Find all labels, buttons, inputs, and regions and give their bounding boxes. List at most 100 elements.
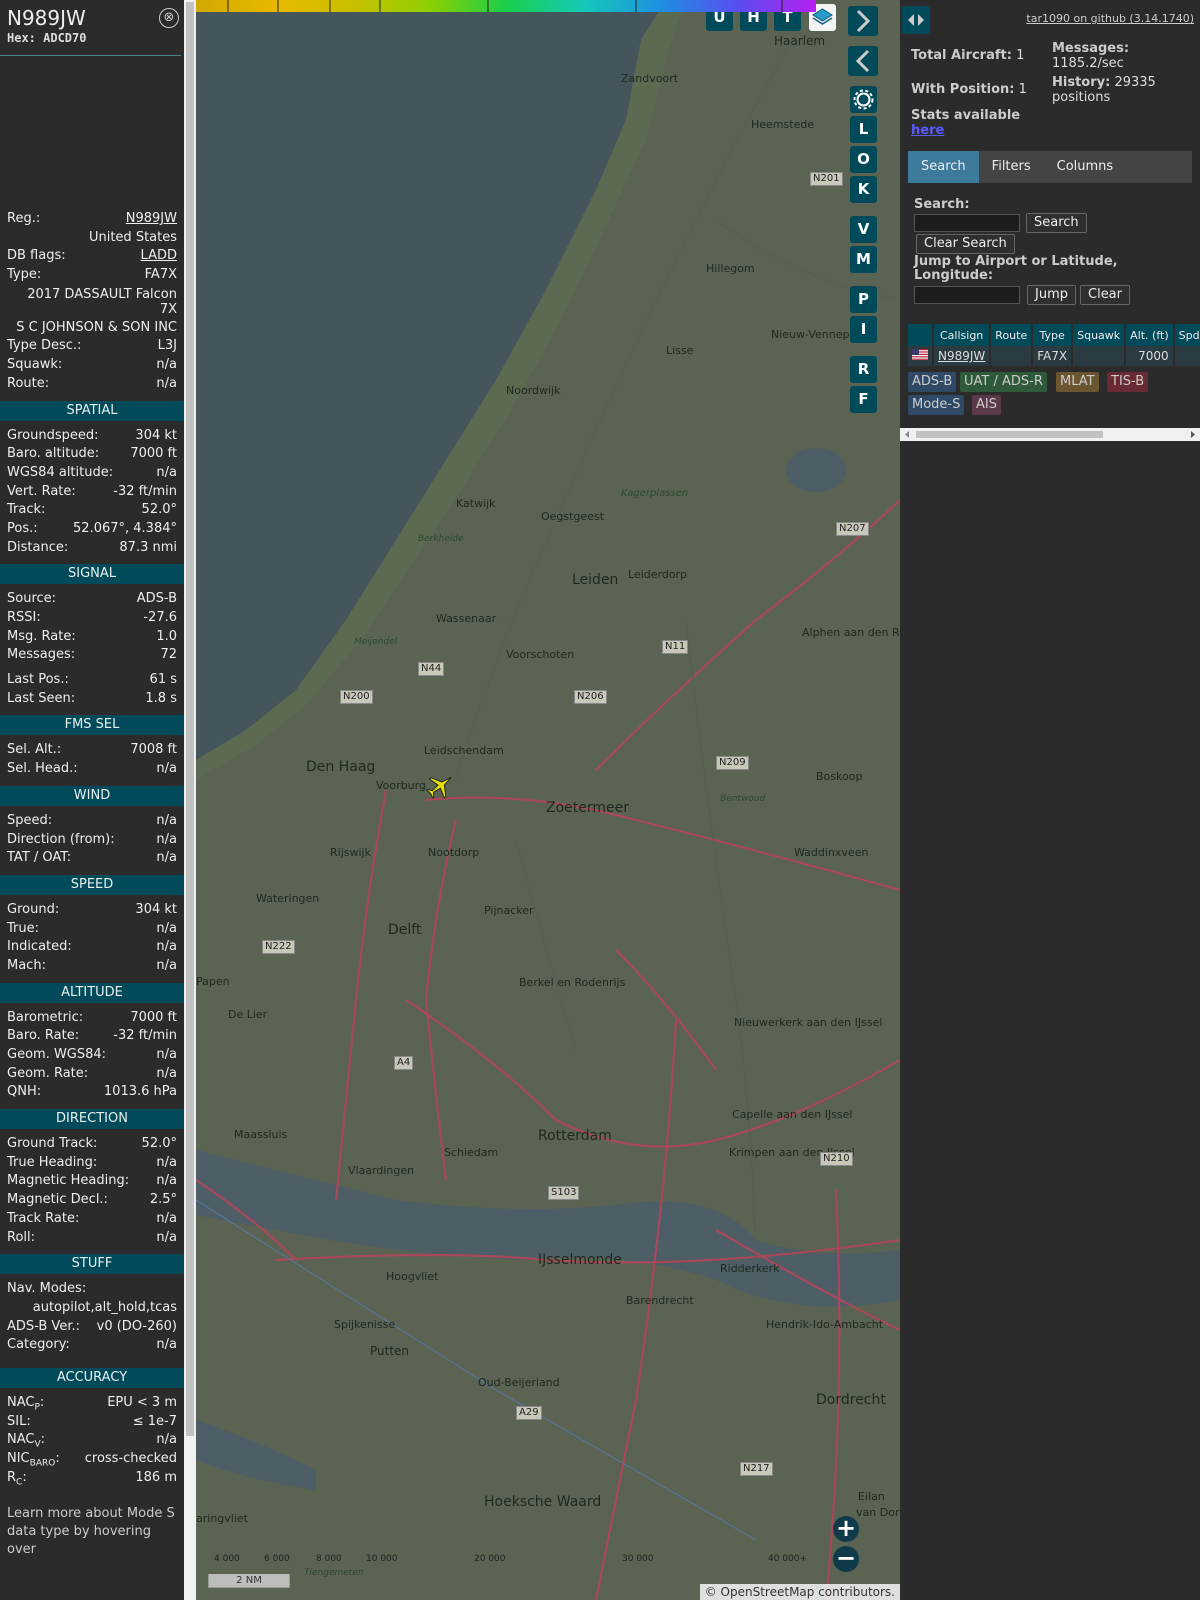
clear-button[interactable]: Clear — [1080, 285, 1130, 305]
table-header-flag[interactable] — [908, 324, 934, 346]
map-button-f[interactable]: F — [850, 386, 877, 413]
info-key: Messages: — [7, 647, 76, 663]
info-row: RC: 186 m — [0, 1469, 184, 1488]
collapse-left-icon[interactable] — [848, 46, 878, 76]
tab-columns[interactable]: Columns — [1044, 151, 1127, 183]
tab-search[interactable]: Search — [908, 151, 979, 183]
info-key: RSSI: — [7, 610, 41, 625]
place-label: Bentwoud — [720, 794, 766, 804]
place-label: Spijkenisse — [334, 1318, 396, 1331]
map-button-p[interactable]: P — [850, 286, 877, 313]
map-button-v[interactable]: V — [850, 216, 877, 243]
info-key: Geom. WGS84: — [7, 1047, 107, 1062]
map-button-r[interactable]: R — [850, 356, 877, 383]
table-header-squawk[interactable]: Squawk — [1072, 324, 1127, 346]
scrollbar-thumb[interactable] — [916, 431, 1103, 438]
callsign-title: N989JW — [7, 6, 86, 30]
info-key: RC: — [7, 1469, 27, 1488]
map-attribution[interactable]: © OpenStreetMap contributors. — [699, 1584, 900, 1600]
info-row: NACP: EPU < 3 m — [0, 1394, 184, 1413]
place-label: Oud-Beijerland — [478, 1376, 560, 1389]
info-value: n/a — [156, 920, 177, 936]
info-row: Magnetic Heading: n/a — [0, 1172, 184, 1191]
search-input[interactable] — [914, 214, 1020, 232]
jump-button[interactable]: Jump — [1027, 285, 1076, 305]
map-button-i[interactable]: I — [850, 316, 877, 343]
colorbar-label: 10 000 — [366, 1554, 398, 1564]
info-value: 1.0 — [156, 628, 177, 644]
info-row: Baro. Rate: -32 ft/min — [0, 1027, 184, 1046]
gear-icon[interactable] — [850, 86, 877, 113]
info-value: n/a — [156, 375, 177, 391]
total-aircraft-value: 1 — [1016, 48, 1025, 63]
info-row: Indicated: n/a — [0, 938, 184, 957]
info-row: NICBARO: cross-checked — [0, 1450, 184, 1469]
github-link[interactable]: tar1090 on github (3.14.1740) — [1026, 12, 1194, 25]
map-button-o[interactable]: O — [850, 146, 877, 173]
info-row: Track Rate: n/a — [0, 1210, 184, 1229]
info-row: Baro. altitude: 7000 ft — [0, 445, 184, 464]
info-value: L3J — [157, 338, 177, 354]
info-value: n/a — [156, 761, 177, 777]
flag-cell — [908, 346, 934, 366]
info-key: NACP: — [7, 1394, 44, 1413]
info-row: Sel. Head.: n/a — [0, 760, 184, 779]
table-header-alt-ft-[interactable]: Alt. (ft) — [1125, 324, 1175, 346]
info-row: RSSI: -27.6 — [0, 609, 184, 628]
road-label: S103 — [548, 1186, 580, 1200]
source-mode-s: Mode-S — [908, 395, 965, 415]
map-button-k[interactable]: K — [850, 176, 877, 203]
cell-callsign[interactable]: N989JW — [933, 346, 992, 366]
source-tis-b: TIS-B — [1107, 372, 1149, 392]
clear-search-button[interactable]: Clear Search — [916, 234, 1015, 254]
map-button-l[interactable]: L — [850, 116, 877, 143]
info-value: 304 kt — [135, 427, 177, 443]
road-label: N217 — [740, 1462, 773, 1476]
table-header-callsign[interactable]: Callsign — [933, 324, 992, 346]
place-label: Nieuwerkerk aan den IJssel — [734, 1016, 883, 1029]
info-row: Geom. Rate: n/a — [0, 1065, 184, 1084]
info-value: 52.067°, 4.384° — [73, 520, 177, 536]
place-label: De Lier — [228, 1008, 268, 1021]
place-label: Noordwijk — [506, 384, 561, 397]
table-header-route[interactable]: Route — [990, 324, 1034, 346]
info-row: Type Desc.: L3J — [0, 337, 184, 356]
history-label: History: — [1052, 75, 1111, 90]
info-value-link[interactable]: LADD — [141, 247, 177, 266]
info-row: Ground Track: 52.0° — [0, 1135, 184, 1154]
scrollbar-thumb[interactable] — [186, 2, 194, 1436]
toggle-panels-icon[interactable] — [902, 6, 930, 34]
zoom-in-button[interactable]: + — [833, 1516, 859, 1542]
info-value: 186 m — [135, 1469, 177, 1485]
place-label: Heemstede — [751, 118, 815, 131]
horizontal-scrollbar[interactable] — [900, 428, 1200, 441]
table-header-type[interactable]: Type — [1032, 324, 1074, 346]
info-footer: Learn more about Mode S data type by hov… — [7, 1506, 175, 1558]
info-value: autopilot,alt_hold,tcas — [32, 1299, 177, 1315]
section-header: FMS SEL — [0, 715, 184, 736]
stats-link[interactable]: here — [911, 123, 944, 138]
info-key: Ground Track: — [7, 1136, 98, 1152]
place-label: Dordrecht — [816, 1392, 886, 1408]
jump-input[interactable] — [914, 286, 1020, 304]
zoom-out-button[interactable]: − — [833, 1546, 859, 1572]
table-header-spd-[interactable]: Spd. — [1173, 324, 1200, 346]
info-value: n/a — [156, 1154, 177, 1170]
road-label: A29 — [516, 1406, 542, 1420]
place-label: Nieuw-Vennep — [771, 328, 850, 341]
close-icon[interactable]: ⊗ — [159, 8, 179, 28]
table-row[interactable]: N989JW FA7X 7000 — [908, 346, 1200, 366]
total-aircraft-label: Total Aircraft: — [911, 48, 1012, 63]
info-value-link[interactable]: N989JW — [126, 210, 177, 229]
place-label: IJsselmonde — [538, 1252, 622, 1268]
road-label: N11 — [662, 640, 689, 654]
info-row: Last Seen: 1.8 s — [0, 690, 184, 709]
tab-filters[interactable]: Filters — [979, 151, 1044, 183]
info-scrollbar[interactable] — [184, 0, 196, 1600]
section-header: WIND — [0, 785, 184, 806]
expand-right-icon[interactable] — [848, 6, 878, 36]
map[interactable]: Haarlem Zandvoort Heemstede Hillegom Lisse Ni… — [196, 0, 900, 1600]
info-value: cross-checked — [84, 1451, 177, 1466]
map-button-m[interactable]: M — [850, 246, 877, 273]
search-button[interactable]: Search — [1026, 213, 1087, 233]
